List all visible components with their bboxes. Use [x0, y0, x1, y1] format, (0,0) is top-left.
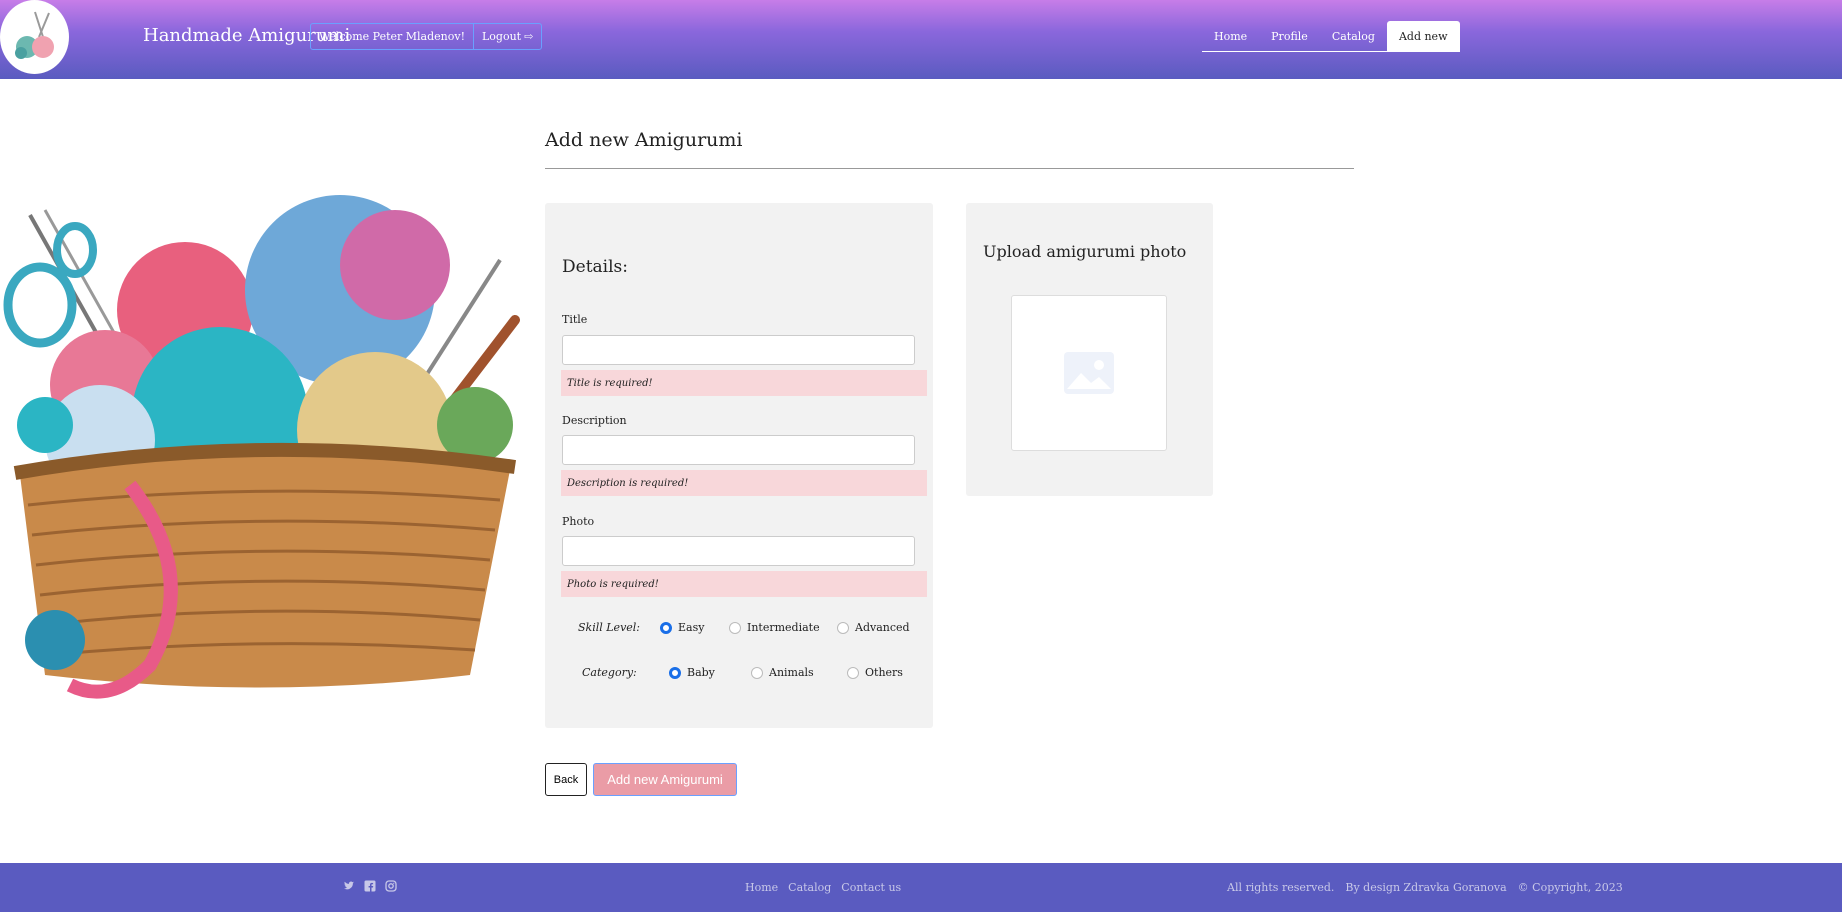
footer-link-home[interactable]: Home [745, 881, 778, 894]
radio-selected-icon [660, 621, 672, 634]
nav-profile[interactable]: Profile [1259, 21, 1320, 51]
site-footer: Home Catalog Contact us All rights reser… [0, 863, 1842, 912]
category-animals-radio[interactable]: Animals [751, 666, 814, 679]
photo-label: Photo [562, 515, 595, 528]
radio-empty-icon [837, 621, 849, 634]
rights-text: All rights reserved. [1227, 881, 1335, 894]
social-links [343, 880, 397, 892]
category-others-radio[interactable]: Others [847, 666, 903, 679]
details-heading: Details: [562, 257, 628, 277]
main-nav: Home Profile Catalog Add new [1202, 21, 1460, 52]
footer-info: All rights reserved. By design Zdravka G… [1227, 881, 1623, 894]
image-placeholder-icon [1064, 352, 1114, 394]
description-input[interactable] [562, 435, 915, 465]
skill-level-label: Skill Level: [578, 621, 641, 634]
radio-empty-icon [751, 666, 763, 679]
nav-home[interactable]: Home [1202, 21, 1259, 51]
facebook-icon[interactable] [364, 880, 376, 892]
logout-icon: ⇨ [524, 30, 534, 43]
title-label: Title [562, 313, 588, 326]
logout-label: Logout [482, 30, 522, 43]
skill-easy-label: Easy [678, 621, 705, 634]
radio-selected-icon [669, 666, 681, 679]
back-button[interactable]: Back [545, 763, 587, 796]
category-baby-label: Baby [687, 666, 715, 679]
footer-link-contact[interactable]: Contact us [841, 881, 901, 894]
copyright-text: © Copyright, 2023 [1517, 881, 1623, 894]
add-amigurumi-button[interactable]: Add new Amigurumi [593, 763, 737, 796]
site-header: Handmade Amigurumi Welcome Peter Mladeno… [0, 0, 1842, 79]
upload-heading: Upload amigurumi photo [983, 242, 1187, 261]
title-input[interactable] [562, 335, 915, 365]
logout-button[interactable]: Logout ⇨ [474, 24, 541, 49]
designer-text: By design Zdravka Goranova [1345, 881, 1507, 894]
footer-link-catalog[interactable]: Catalog [788, 881, 831, 894]
title-error: Title is required! [561, 370, 927, 396]
description-label: Description [562, 414, 627, 427]
twitter-icon[interactable] [343, 880, 355, 892]
nav-catalog[interactable]: Catalog [1320, 21, 1387, 51]
user-actions: Welcome Peter Mladenov! Logout ⇨ [310, 23, 543, 50]
skill-easy-radio[interactable]: Easy [660, 621, 704, 634]
page-title: Add new Amigurumi [545, 129, 743, 151]
skill-advanced-label: Advanced [855, 621, 910, 634]
skill-advanced-radio[interactable]: Advanced [837, 621, 910, 634]
category-baby-radio[interactable]: Baby [669, 666, 715, 679]
skill-level-group: Skill Level: Easy Intermediate Advanced [545, 621, 933, 641]
site-logo[interactable] [0, 0, 69, 74]
footer-links: Home Catalog Contact us [745, 881, 901, 894]
description-error: Description is required! [561, 470, 927, 496]
photo-error: Photo is required! [561, 571, 927, 597]
skill-intermediate-label: Intermediate [747, 621, 820, 634]
instagram-icon[interactable] [385, 880, 397, 892]
yarn-basket-image [3, 195, 520, 699]
photo-preview[interactable] [1011, 295, 1167, 451]
skill-intermediate-radio[interactable]: Intermediate [729, 621, 820, 634]
category-label: Category: [582, 666, 637, 679]
details-form: Details: Title Title is required! Descri… [545, 203, 933, 728]
category-others-label: Others [865, 666, 903, 679]
radio-empty-icon [729, 621, 741, 634]
welcome-message: Welcome Peter Mladenov! [311, 24, 474, 49]
radio-empty-icon [847, 666, 859, 679]
nav-add-new[interactable]: Add new [1386, 21, 1460, 51]
photo-input[interactable] [562, 536, 915, 566]
category-group: Category: Baby Animals Others [545, 666, 933, 686]
upload-panel: Upload amigurumi photo [966, 203, 1213, 496]
title-divider [545, 168, 1354, 169]
category-animals-label: Animals [769, 666, 814, 679]
